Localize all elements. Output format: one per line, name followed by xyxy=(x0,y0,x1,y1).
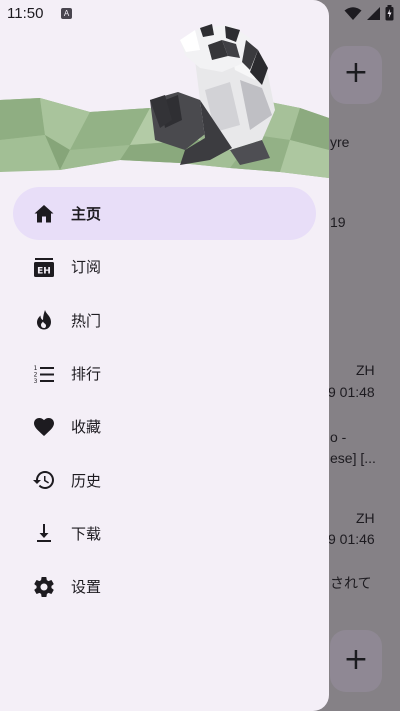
wifi-icon xyxy=(344,6,362,20)
drawer-item-label: 历史 xyxy=(71,471,102,490)
heart-icon xyxy=(31,414,57,440)
status-time: 11:50 xyxy=(7,5,44,22)
eh-subscription-icon: EH xyxy=(31,254,57,280)
add-icon: + xyxy=(343,55,369,90)
background-text: されて xyxy=(330,575,372,591)
drawer-item-label: 主页 xyxy=(71,205,102,224)
drawer-item-label: 下载 xyxy=(71,524,102,543)
background-text: ZH xyxy=(356,510,375,526)
drawer-item-popular[interactable]: 热门 xyxy=(13,294,316,347)
add-icon: + xyxy=(343,642,369,677)
status-bar: 11:50 A xyxy=(0,0,400,28)
status-icons xyxy=(344,5,394,21)
drawer-item-label: 设置 xyxy=(71,578,102,597)
home-icon xyxy=(31,201,57,227)
background-text: ZH xyxy=(356,362,375,378)
svg-text:EH: EH xyxy=(37,266,51,276)
drawer-item-home[interactable]: 主页 xyxy=(13,187,316,241)
battery-icon xyxy=(385,5,394,21)
background-text: 9 01:48 xyxy=(328,384,375,400)
drawer-item-subscription[interactable]: EH 订阅 xyxy=(13,240,316,293)
drawer-menu: 主页 EH 订阅 热门 123 排行 收藏 历史 下载 设置 xyxy=(13,187,316,613)
navigation-drawer: 主页 EH 订阅 热门 123 排行 收藏 历史 下载 设置 xyxy=(0,0,329,711)
ranked-list-icon: 123 xyxy=(31,361,57,387)
signal-icon xyxy=(367,6,380,20)
background-text: 19 xyxy=(330,214,346,230)
background-text: 9 01:46 xyxy=(328,531,375,547)
drawer-header-panda-image xyxy=(0,24,329,178)
download-icon xyxy=(31,520,57,546)
drawer-item-label: 热门 xyxy=(71,311,102,330)
background-text: yre xyxy=(330,134,350,150)
svg-text:3: 3 xyxy=(34,378,38,385)
drawer-item-history[interactable]: 历史 xyxy=(13,453,316,506)
drawer-item-label: 排行 xyxy=(71,365,102,384)
background-text: o - xyxy=(330,429,347,445)
drawer-item-favorites[interactable]: 收藏 xyxy=(13,400,316,453)
drawer-item-ranking[interactable]: 123 排行 xyxy=(13,347,316,400)
drawer-item-settings[interactable]: 设置 xyxy=(13,560,316,613)
drawer-item-label: 收藏 xyxy=(71,418,102,437)
background-fab-button: + xyxy=(330,630,382,692)
drawer-item-download[interactable]: 下载 xyxy=(13,507,316,560)
drawer-item-label: 订阅 xyxy=(71,258,102,277)
background-add-button: + xyxy=(330,46,382,104)
notification-a-icon: A xyxy=(61,8,72,19)
fire-icon xyxy=(31,307,57,333)
history-icon xyxy=(31,467,57,493)
background-text: ese] [... xyxy=(330,450,376,466)
settings-icon xyxy=(31,574,57,600)
